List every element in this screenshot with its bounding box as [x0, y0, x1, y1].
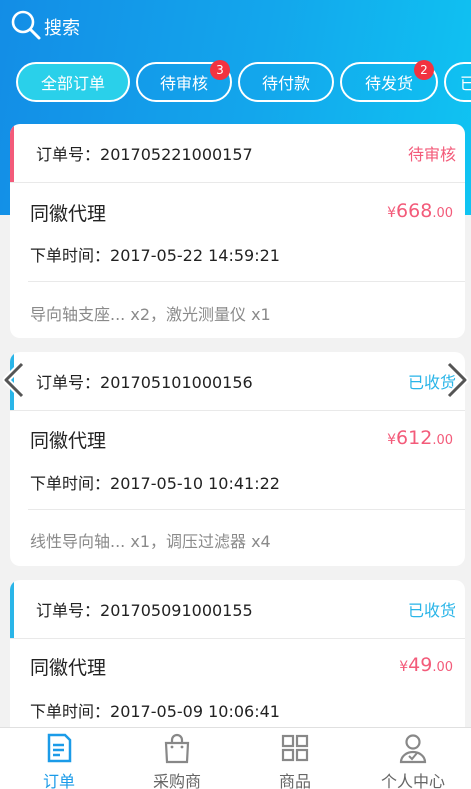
order-time: 下单时间：2017-05-10 10:41:22: [30, 474, 280, 493]
supplier-name: 同徽代理: [30, 657, 107, 679]
order-card[interactable]: 订单号：201705221000157 待审核 同徽代理 ¥668.00 下单时…: [10, 124, 465, 338]
chevron-left-icon: [0, 361, 30, 404]
tab-label: 已: [460, 74, 471, 93]
grid-icon: [280, 728, 310, 768]
order-status: 已收货: [407, 601, 456, 620]
tab-badge-pending-shipment: 2: [414, 60, 434, 80]
order-status: 待审核: [407, 145, 456, 164]
nav-profile[interactable]: 个人中心: [354, 728, 471, 789]
nav-label: 订单: [42, 772, 75, 789]
status-tabs: 全部订单 待审核 待付款 待发货 已: [0, 62, 471, 106]
order-card[interactable]: 订单号：201705091000155 已收货 同徽代理 ¥49.00 下单时间…: [10, 580, 465, 740]
order-number: 订单号：201705101000156: [36, 373, 253, 392]
divider: [10, 410, 465, 411]
tab-pending-payment[interactable]: 待付款: [238, 62, 334, 102]
nav-buyers[interactable]: 采购商: [118, 728, 236, 789]
tab-label: 待付款: [261, 74, 310, 93]
supplier-name: 同徽代理: [30, 203, 107, 225]
nav-products[interactable]: 商品: [236, 728, 354, 789]
search-button[interactable]: 搜索: [10, 10, 80, 44]
search-icon: [10, 9, 42, 45]
supplier-name: 同徽代理: [30, 430, 107, 452]
nav-label: 采购商: [152, 772, 201, 789]
nav-label: 商品: [278, 772, 311, 789]
tab-label: 待发货: [364, 74, 413, 93]
order-time: 下单时间：2017-05-09 10:06:41: [30, 702, 280, 721]
tab-label: 待审核: [159, 74, 208, 93]
tab-label: 全部订单: [40, 74, 105, 93]
nav-orders[interactable]: 订单: [0, 728, 118, 789]
order-time: 下单时间：2017-05-22 14:59:21: [30, 246, 280, 265]
order-number: 订单号：201705091000155: [36, 601, 253, 620]
order-card[interactable]: 订单号：201705101000156 已收货 同徽代理 ¥612.00 下单时…: [10, 352, 465, 566]
divider: [10, 182, 465, 183]
chevron-right-icon: [441, 361, 471, 404]
order-icon: [44, 728, 74, 768]
order-number: 订单号：201705221000157: [36, 145, 253, 164]
tab-all-orders[interactable]: 全部订单: [16, 62, 130, 102]
bottom-nav: 订单 采购商 商品 个人中心: [0, 727, 471, 789]
divider: [28, 281, 465, 282]
next-arrow-button[interactable]: [441, 360, 471, 400]
tab-badge-pending-review: 3: [210, 60, 230, 80]
nav-label: 个人中心: [380, 772, 445, 789]
user-icon: [398, 728, 428, 768]
divider: [10, 638, 465, 639]
status-bar: [10, 580, 14, 638]
order-items: 导向轴支座... x2，激光测量仪 x1: [30, 305, 271, 324]
order-price: ¥668.00: [387, 200, 453, 222]
bag-icon: [162, 728, 192, 768]
prev-arrow-button[interactable]: [0, 360, 30, 400]
order-items: 线性导向轴... x1，调压过滤器 x4: [30, 532, 271, 551]
order-price: ¥612.00: [387, 427, 453, 449]
search-label: 搜索: [44, 18, 80, 39]
divider: [28, 509, 465, 510]
status-bar: [10, 124, 14, 182]
order-price: ¥49.00: [399, 654, 453, 676]
tab-received[interactable]: 已: [444, 62, 471, 102]
